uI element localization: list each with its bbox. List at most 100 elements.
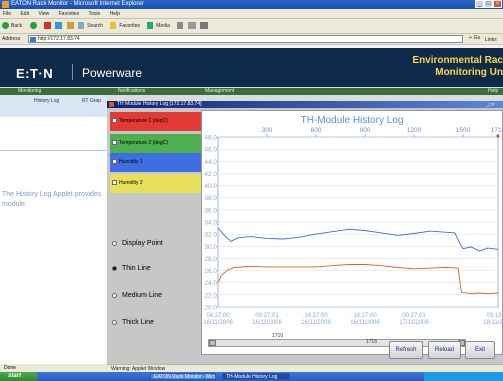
checkbox-checked[interactable] — [112, 159, 117, 165]
option-thin-line[interactable]: Thin Line — [112, 264, 151, 274]
exit-button[interactable]: Exit — [465, 341, 495, 359]
legend-humidity-2[interactable]: Humidity 2 — [110, 174, 203, 193]
nav-help[interactable]: Help — [488, 88, 498, 95]
menu-help[interactable]: Help — [110, 11, 120, 17]
y-tick-label: 46.0 — [204, 147, 217, 154]
menu-tools[interactable]: Tools — [88, 11, 100, 17]
links-button[interactable]: Links — [485, 37, 497, 43]
slider-start-handle[interactable] — [209, 340, 216, 346]
chart-title: TH-Module History Log — [301, 115, 404, 126]
mail-icon[interactable] — [187, 22, 196, 30]
star-icon — [110, 22, 117, 30]
x-time-label: 14:27:00 — [304, 313, 328, 319]
x-date-label: 17/11/2006 — [399, 320, 429, 326]
nav-notifications[interactable]: Notifications — [118, 88, 145, 95]
maximize-button[interactable]: □ — [484, 0, 493, 8]
radio-button[interactable] — [112, 240, 117, 246]
close-button[interactable]: × — [493, 0, 502, 8]
browser-app-icon — [2, 1, 9, 8]
radio-button[interactable] — [112, 319, 117, 325]
y-tick-label: 40.0 — [204, 183, 217, 190]
nav-management[interactable]: Management — [205, 88, 234, 95]
checkbox-checked[interactable] — [112, 180, 117, 186]
refresh-button[interactable]: Refresh — [389, 341, 423, 359]
checkbox-checked[interactable] — [112, 118, 117, 124]
nav-bar: Monitoring Notifications Management Help — [0, 88, 503, 95]
menu-file[interactable]: File — [3, 11, 11, 17]
print-icon[interactable] — [200, 22, 209, 30]
media-icon — [147, 22, 154, 30]
nav-monitoring[interactable]: Monitoring — [18, 88, 41, 95]
left-panel — [0, 95, 107, 365]
x-top-tick-label: 1714 — [491, 127, 503, 134]
y-tick-label: 42.0 — [204, 171, 217, 178]
submenu-rt-graph[interactable]: RT Grap — [82, 98, 101, 104]
forward-button[interactable] — [29, 22, 37, 30]
favorites-button[interactable]: Favorites — [110, 22, 140, 30]
y-tick-label: 26.0 — [204, 268, 217, 275]
cursor-marker — [496, 134, 500, 138]
applet-status-bar: Warning: Applet Window — [107, 364, 503, 372]
option-thick-line[interactable]: Thick Line — [112, 318, 154, 328]
back-button[interactable]: Back — [2, 22, 22, 30]
back-arrow-icon — [2, 22, 9, 30]
applet-title-bar: TH Module History Log [172.17.83.74] — [107, 101, 503, 108]
radio-button[interactable] — [112, 292, 117, 298]
slider-value: 1710 — [272, 333, 284, 339]
taskbar-item-applet[interactable]: TH-Module History Log — [222, 373, 290, 380]
checkbox-checked[interactable] — [112, 140, 117, 146]
reload-button[interactable]: Reload — [428, 341, 461, 359]
x-date-label: 16/11/2006 — [301, 320, 331, 326]
legend-humidity-1[interactable]: Humidity 1 — [110, 153, 203, 172]
menu-bar: File Edit View Favorites Tools Help — [0, 9, 503, 19]
left-description: The History Log Applet provides module — [2, 191, 102, 208]
start-button[interactable]: start — [0, 372, 38, 381]
x-time-label: 19:27:00 — [353, 313, 377, 319]
browser-status: Done — [0, 364, 107, 372]
option-medium-line[interactable]: Medium Line — [112, 291, 162, 301]
x-top-tick-label: 1200 — [407, 127, 422, 134]
minimize-button[interactable]: _ — [475, 0, 484, 8]
x-top-tick-label: 600 — [311, 127, 322, 134]
radio-button-selected[interactable] — [112, 265, 117, 271]
history-chart: TH-Module History Log 20.0 22.0 24.0 26.0 28.… — [203, 115, 503, 326]
page-icon — [30, 37, 36, 42]
go-arrow-icon: ➜ — [468, 35, 473, 41]
refresh-icon[interactable] — [55, 22, 63, 30]
y-tick-label: 44.0 — [204, 159, 217, 166]
address-bar: Address http://172.17.83.74 ➜ Go Links — [0, 34, 503, 45]
submenu-history-log[interactable]: History Log — [34, 98, 59, 104]
x-top-tick-label: 900 — [360, 127, 371, 134]
menu-favorites[interactable]: Favorites — [59, 11, 80, 17]
y-tick-label: 32.0 — [204, 232, 217, 239]
menu-view[interactable]: View — [38, 11, 49, 17]
x-top-tick-label: 1500 — [456, 127, 471, 134]
toolbar: Back Search Favorites Media — [0, 19, 503, 34]
x-date-label: 16/11/2006 — [350, 320, 380, 326]
home-icon[interactable] — [66, 22, 74, 30]
brand-name: Powerware — [82, 66, 143, 80]
legend-temperature-1[interactable]: Temperature 1 (degC) — [110, 112, 203, 131]
media-button[interactable]: Media — [147, 22, 170, 30]
go-button[interactable]: ➜ Go — [468, 35, 480, 41]
y-tick-label: 20.0 — [204, 305, 217, 312]
y-tick-label: 28.0 — [204, 256, 217, 263]
browser-title: EATON Rack Monitor - Microsoft Internet … — [11, 1, 144, 7]
y-tick-label: 48.0 — [204, 135, 217, 142]
taskbar-item-browser[interactable]: EATON Rack Monitor - Microsoft Internet … — [150, 373, 216, 380]
y-tick-label: 36.0 — [204, 207, 217, 214]
system-tray — [424, 372, 503, 381]
option-display-point[interactable]: Display Point — [112, 239, 163, 249]
y-tick-label: 38.0 — [204, 195, 217, 202]
search-button[interactable]: Search — [78, 22, 103, 30]
java-icon — [109, 102, 114, 107]
stop-icon[interactable] — [43, 22, 51, 30]
y-tick-label: 30.0 — [204, 244, 217, 251]
legend-temperature-2[interactable]: Temperature 2 (degC) — [110, 134, 203, 153]
history-icon[interactable] — [177, 22, 184, 30]
x-time-label: 09:27:01 — [255, 313, 279, 319]
x-date-label: 18/11/2006 — [483, 320, 503, 326]
x-top-tick-label: 300 — [262, 127, 273, 134]
address-input[interactable]: http://172.17.83.74 — [28, 35, 463, 43]
menu-edit[interactable]: Edit — [20, 11, 29, 17]
